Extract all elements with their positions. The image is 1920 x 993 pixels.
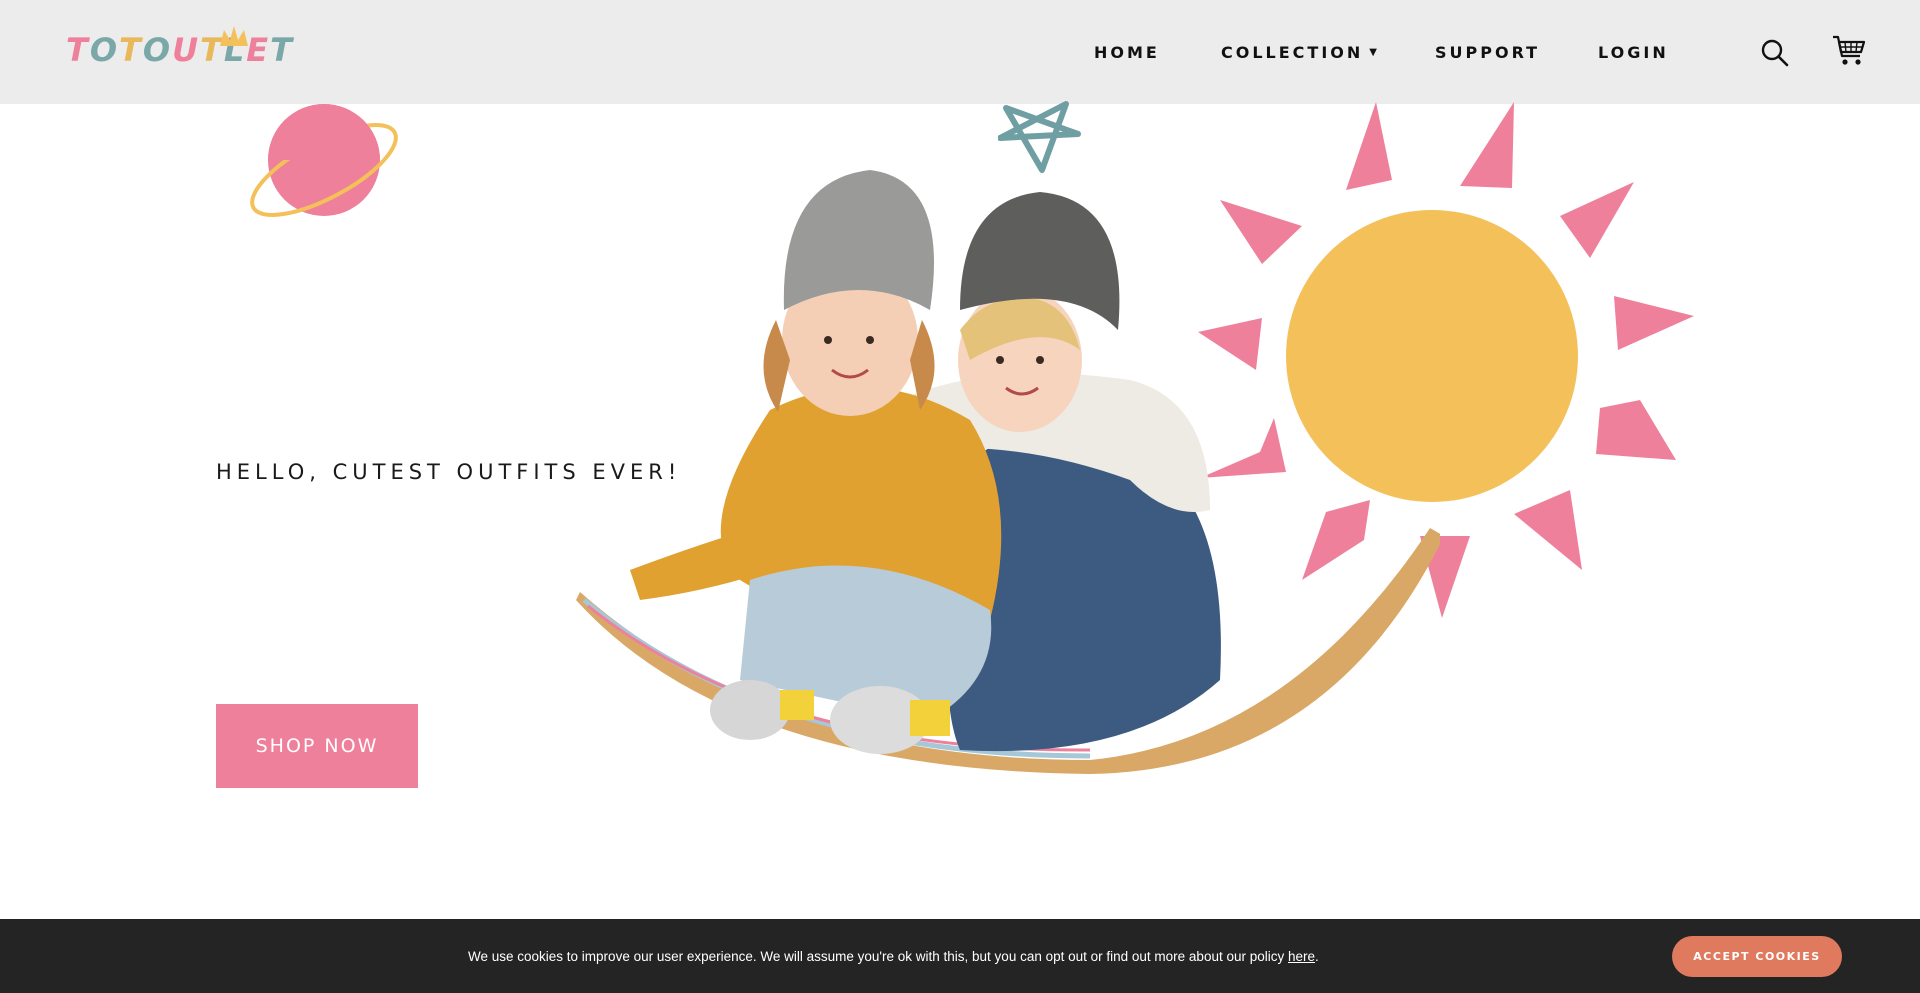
cookie-message-text: We use cookies to improve our user exper…: [468, 948, 1288, 964]
nav-home[interactable]: HOME: [1094, 43, 1160, 62]
planet-illustration: [250, 104, 398, 217]
accept-cookies-button[interactable]: ACCEPT COOKIES: [1672, 936, 1842, 977]
nav-support[interactable]: SUPPORT: [1435, 43, 1540, 62]
cookie-policy-link[interactable]: here: [1288, 949, 1315, 964]
logo-letter: T: [270, 31, 294, 69]
cookie-message-end: .: [1315, 948, 1319, 964]
logo-letter: O: [142, 31, 173, 69]
hero-heading: HELLO, CUTEST OUTFITS EVER!: [216, 460, 682, 484]
nav-collection-label: COLLECTION: [1221, 42, 1364, 62]
site-header: TOTOUTLET HOME COLLECTION ▼ SUPPORT LOGI…: [0, 0, 1920, 104]
nav-login[interactable]: LOGIN: [1598, 43, 1669, 62]
logo-crown-icon: [220, 26, 248, 46]
cookie-banner: We use cookies to improve our user exper…: [0, 919, 1920, 993]
page: TOTOUTLET HOME COLLECTION ▼ SUPPORT LOGI…: [0, 0, 1920, 993]
kids-hero-image: [576, 170, 1440, 774]
cookie-message: We use cookies to improve our user exper…: [468, 919, 1319, 993]
logo-letter: T: [119, 31, 143, 69]
logo-letter: O: [89, 31, 120, 69]
cart-icon[interactable]: [1832, 34, 1866, 68]
brand-logo[interactable]: TOTOUTLET: [66, 26, 294, 72]
logo-text: TOTOUTLET: [66, 31, 294, 69]
search-icon[interactable]: [1760, 38, 1790, 68]
logo-letter: T: [66, 31, 90, 69]
chevron-down-icon: ▼: [1369, 46, 1377, 58]
nav-collection[interactable]: COLLECTION ▼: [1221, 43, 1377, 62]
shop-now-button[interactable]: SHOP NOW: [216, 704, 418, 788]
logo-letter: U: [172, 31, 201, 69]
